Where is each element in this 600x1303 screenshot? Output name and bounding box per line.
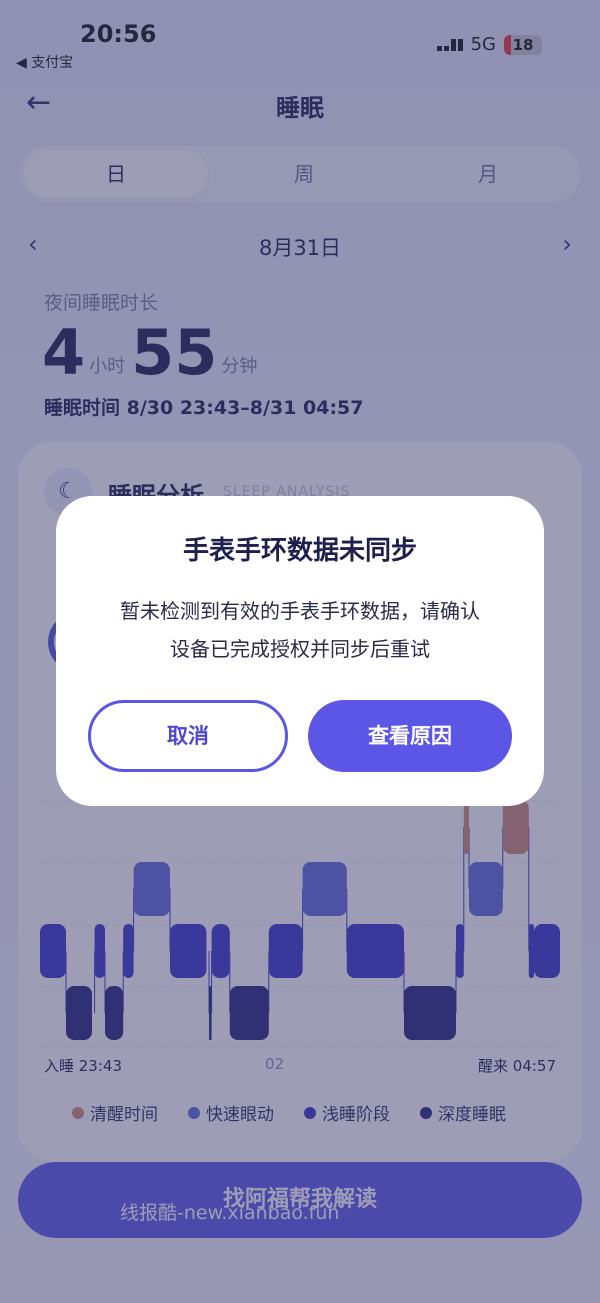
- dialog-title: 手表手环数据未同步: [182, 536, 417, 566]
- dialog-body-line: 暂未检测到有效的手表手环数据，请确认: [120, 599, 480, 623]
- view-reason-button[interactable]: 查看原因: [308, 700, 512, 772]
- dialog-body: 暂未检测到有效的手表手环数据，请确认 设备已完成授权并同步后重试: [80, 592, 520, 668]
- cancel-button[interactable]: 取消: [88, 700, 288, 772]
- sync-dialog: 手表手环数据未同步 暂未检测到有效的手表手环数据，请确认 设备已完成授权并同步后…: [56, 496, 544, 806]
- dialog-body-line: 设备已完成授权并同步后重试: [170, 637, 430, 661]
